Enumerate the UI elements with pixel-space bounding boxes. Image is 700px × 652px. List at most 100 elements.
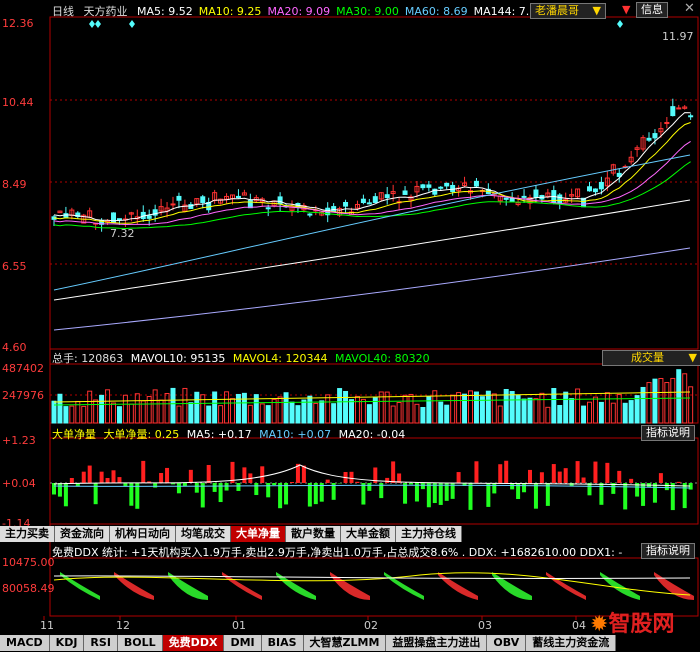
volume-bar (527, 397, 533, 424)
y-tick: +1.23 (2, 434, 36, 447)
volume-bar (670, 377, 676, 424)
volume-bar (676, 369, 682, 424)
tab-8[interactable]: 益盟操盘主力进出 (386, 635, 488, 651)
candle-body (170, 203, 176, 206)
candle-body (372, 196, 378, 204)
volume-bar (634, 395, 640, 424)
tab-0[interactable]: MACD (0, 635, 50, 651)
tab-6[interactable]: 大单金额 (341, 526, 396, 542)
tab-5[interactable]: 散户数量 (286, 526, 341, 542)
tab-9[interactable]: OBV (487, 635, 527, 651)
tab-7[interactable]: 大智慧ZLMM (303, 635, 387, 651)
net-volume-bar (670, 483, 675, 511)
candle-body (265, 207, 271, 210)
overlay-dropdown[interactable]: 老潘晨哥 ▼ (530, 3, 606, 19)
net-ma20: MA20: -0.04 (338, 428, 406, 441)
tab-5[interactable]: DMI (224, 635, 262, 651)
net-volume-bar (557, 471, 562, 483)
net-volume-bar (260, 466, 265, 483)
net-volume-bar (492, 483, 497, 494)
net-volume-bar (325, 479, 330, 483)
volume-bar (658, 377, 664, 424)
net-volume-bar (486, 483, 491, 507)
net-volume-bar (361, 483, 366, 505)
volume-bar (170, 387, 176, 424)
volume-bar (116, 406, 122, 424)
volume-bar (491, 393, 497, 424)
volume-bar (354, 395, 360, 424)
tab-2[interactable]: 机构日动向 (110, 526, 176, 542)
chevron-down-icon[interactable]: ▼ (622, 3, 630, 16)
tab-3[interactable]: BOLL (117, 635, 163, 651)
candle-body (592, 188, 598, 193)
candle-body (473, 180, 479, 187)
ma-legend-item: MA30: 9.00 (336, 5, 399, 18)
net-volume-bar (533, 483, 538, 509)
candle-body (200, 196, 206, 203)
tab-1[interactable]: 资金流向 (55, 526, 110, 542)
net-volume-bar (57, 483, 62, 497)
x-tick: 02 (364, 619, 378, 632)
y-tick: 8.49 (2, 178, 27, 191)
volume-bar (331, 403, 337, 424)
volume-bar (587, 401, 592, 424)
net-volume-bar (528, 469, 532, 483)
volume-bar (408, 393, 414, 424)
ddx-wave (276, 572, 316, 600)
net-volume-bar (539, 472, 544, 483)
volume-bar (521, 398, 527, 424)
volume-bar (652, 378, 658, 424)
net-volume-bar (385, 477, 390, 483)
net-volume-bar (301, 465, 306, 483)
net-volume-bar (605, 462, 610, 483)
net-volume-bar (266, 483, 271, 498)
volume-total: 总手: 120863 (52, 352, 124, 365)
x-tick: 12 (116, 619, 130, 632)
candle-body (146, 215, 152, 219)
net-ma10: MA10: +0.07 (259, 428, 332, 441)
net-volume-bar (188, 469, 193, 483)
y-tick: 247976 (2, 389, 44, 402)
ddx-wave (438, 572, 478, 600)
net-volume-bar (438, 483, 443, 505)
close-icon[interactable]: ✕ (684, 1, 695, 16)
volume-bar (414, 403, 420, 424)
candle-body (438, 186, 444, 189)
tab-6[interactable]: BIAS (261, 635, 304, 651)
tab-1[interactable]: KDJ (49, 635, 85, 651)
indicator-tabs: 主力买卖 资金流向 机构日动向 均笔成交 大单净量 散户数量 大单金额 主力持仓线 (0, 526, 462, 542)
net-help-button[interactable]: 指标说明 (641, 425, 695, 441)
y-tick: 6.55 (2, 260, 27, 273)
net-volume-bar (87, 465, 92, 483)
volume-bar (93, 399, 99, 424)
volume-bar (200, 394, 206, 424)
ma-legend-item: MA5: 9.52 (137, 5, 193, 18)
volume-bar (301, 399, 307, 424)
tab-0[interactable]: 主力买卖 (0, 526, 55, 542)
volume-bar (337, 388, 343, 424)
low-price-label: 7.32 (110, 227, 135, 240)
ddx-help-button[interactable]: 指标说明 (641, 543, 695, 559)
net-volume-bar (391, 461, 396, 483)
ddx-wave (654, 572, 694, 600)
tab-4[interactable]: 免费DDX (162, 635, 225, 651)
volume-bar (265, 405, 271, 424)
volume-bar (349, 399, 354, 424)
tab-2[interactable]: RSI (84, 635, 118, 651)
volume-bar (230, 398, 235, 424)
volume-dropdown[interactable]: 成交量 ▼ (602, 350, 700, 366)
volume-bar (224, 391, 230, 424)
tab-4[interactable]: 大单净量 (231, 526, 286, 542)
candle-body (557, 194, 563, 204)
volume-bar (509, 391, 515, 424)
volume-bar (81, 405, 87, 424)
x-tick: 03 (478, 619, 492, 632)
volume-bar (438, 401, 444, 424)
tab-7[interactable]: 主力持仓线 (396, 526, 462, 542)
net-volume-bar (81, 471, 86, 483)
tab-3[interactable]: 均笔成交 (176, 526, 231, 542)
volume-bar (241, 392, 247, 424)
high-price-label: 11.97 (662, 30, 694, 43)
x-tick: 01 (232, 619, 246, 632)
info-button[interactable]: 信息 (636, 2, 668, 18)
